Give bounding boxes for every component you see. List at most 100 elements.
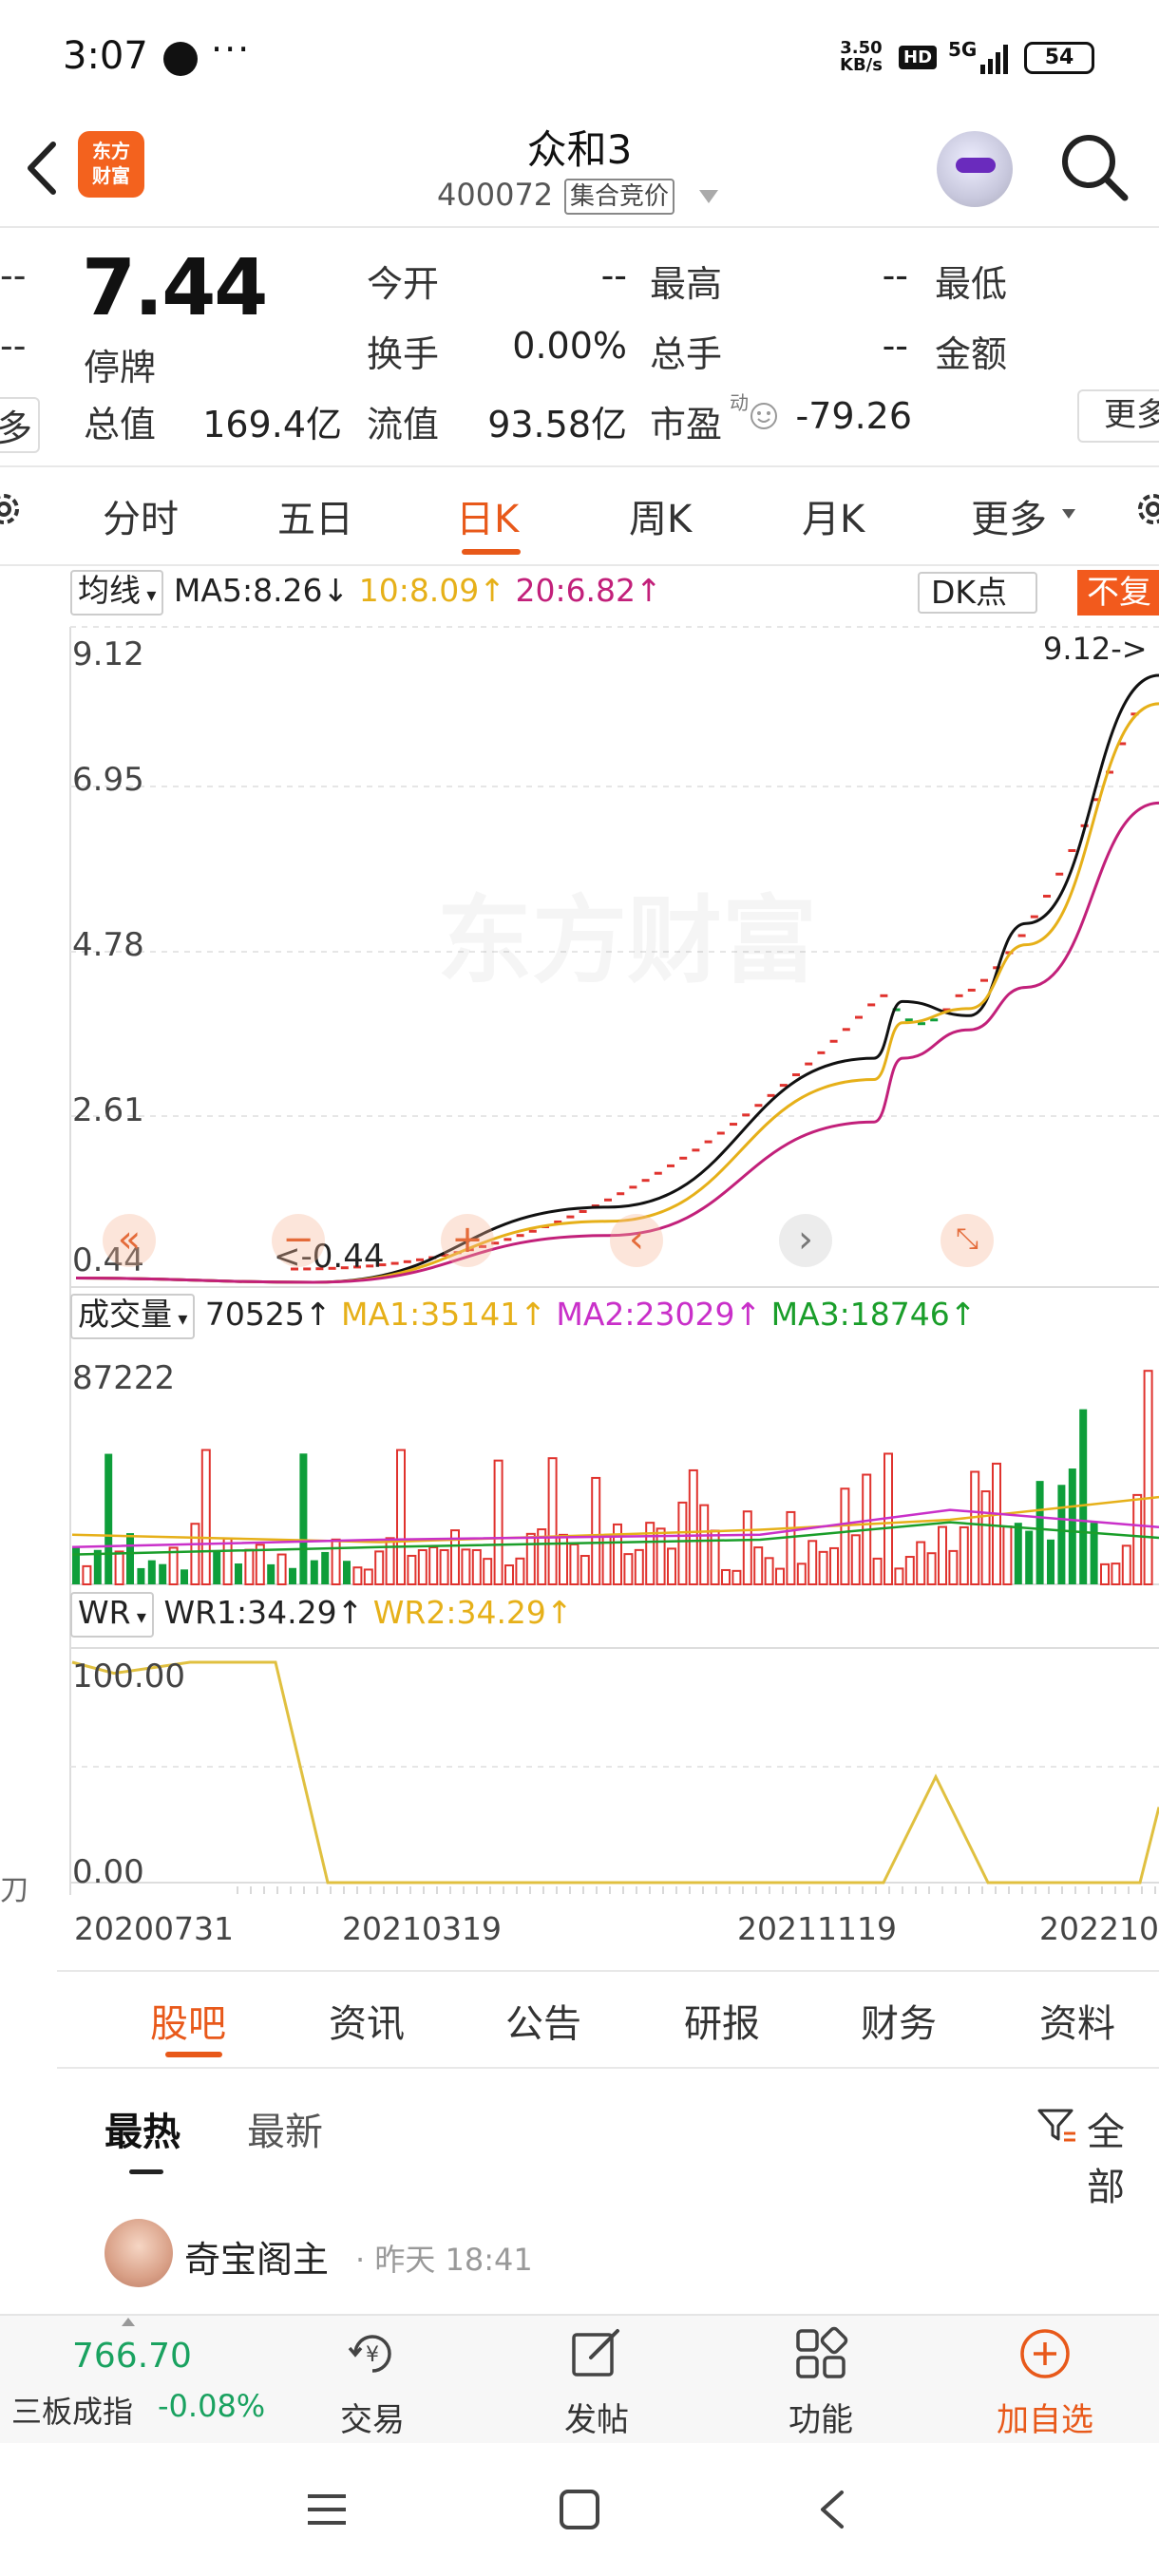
edit-icon[interactable]	[568, 2325, 625, 2382]
volume-bar	[938, 1525, 947, 1585]
volume-bar	[104, 1453, 113, 1584]
kline-chart[interactable]: 东方财富 9.12 6.95 4.78 2.61 0.44 9.12-> <-0…	[0, 617, 1159, 1966]
volume-bar	[213, 1551, 221, 1584]
volume-bar	[1014, 1523, 1022, 1584]
volume-bar	[559, 1533, 568, 1586]
volume-bar	[775, 1567, 785, 1585]
nav-back-icon[interactable]	[815, 2489, 849, 2530]
fullscreen-icon[interactable]: ⤡	[940, 1214, 994, 1267]
ma20-label: 20:6.82	[515, 572, 636, 609]
index-value[interactable]: 766.70	[72, 2337, 192, 2376]
tab-five-day[interactable]: 五日	[277, 488, 353, 543]
yen-circle-icon[interactable]: ¥	[344, 2325, 401, 2382]
vol-ma2-label: MA2:23029	[556, 1296, 735, 1333]
wr-tick-label: 0.00	[72, 1853, 144, 1891]
functions-label[interactable]: 功能	[754, 2394, 887, 2440]
avatar[interactable]	[104, 2219, 173, 2287]
volume-bar	[904, 1556, 915, 1586]
volume-bar	[1068, 1468, 1076, 1584]
volume-bar	[407, 1554, 417, 1585]
tab-announcements[interactable]: 公告	[505, 1993, 581, 2048]
volume-bar	[147, 1560, 156, 1584]
search-icon[interactable]	[1056, 129, 1132, 205]
scroll-left-button[interactable]: ‹	[610, 1214, 663, 1267]
volume-bar	[493, 1459, 504, 1586]
tab-intraday[interactable]: 分时	[103, 488, 179, 543]
home-icon[interactable]	[559, 2489, 600, 2530]
indicator-select-label: 均线	[78, 572, 141, 609]
add-circle-icon[interactable]	[1016, 2325, 1074, 2382]
wr1-line	[71, 1660, 1159, 1885]
tab-research[interactable]: 研报	[684, 1993, 760, 2048]
volume-bar	[591, 1476, 601, 1586]
battery-icon: 54	[1024, 42, 1094, 74]
left-edge-more-button[interactable]: 多	[0, 397, 41, 453]
filter-all[interactable]: 全部	[1087, 2101, 1159, 2211]
volume-bar	[1057, 1485, 1066, 1584]
volume-bar	[385, 1537, 395, 1585]
smile-icon[interactable]	[749, 401, 779, 431]
float-cap-value: 93.58亿	[487, 404, 627, 445]
index-change[interactable]: -0.08%	[158, 2388, 265, 2424]
zoom-in-button[interactable]: +	[441, 1214, 494, 1267]
add-watchlist-label[interactable]: 加自选	[978, 2394, 1112, 2440]
scroll-left-fast-button[interactable]: «	[103, 1214, 156, 1267]
auction-status-tag[interactable]: 集合竞价	[564, 179, 675, 215]
volume-bar	[818, 1550, 828, 1585]
dk-point-select[interactable]: DK点	[918, 572, 1037, 614]
tab-daily-k[interactable]: 日K	[456, 488, 519, 543]
scroll-right-button[interactable]: ›	[779, 1214, 832, 1267]
volume-bar	[461, 1548, 471, 1585]
volume-bar	[310, 1560, 318, 1584]
menu-icon[interactable]	[306, 2491, 348, 2529]
tab-news[interactable]: 资讯	[329, 1993, 405, 2048]
chevron-down-icon[interactable]	[699, 190, 718, 203]
post-label[interactable]: 发帖	[530, 2394, 663, 2440]
index-name[interactable]: 三板成指	[11, 2388, 133, 2432]
tab-profile[interactable]: 资料	[1039, 1993, 1115, 2048]
volume-bar	[753, 1546, 764, 1585]
caret-down-icon	[1062, 509, 1075, 519]
turnover-value: 0.00%	[512, 325, 627, 367]
expand-index-icon[interactable]	[122, 2318, 135, 2326]
more-quote-button[interactable]: 更多	[1077, 389, 1159, 443]
volume-bar	[428, 1546, 439, 1585]
ma-line-2	[75, 801, 1159, 1284]
zoom-out-button[interactable]: −	[272, 1214, 325, 1267]
volume-bar	[569, 1543, 580, 1585]
volume-bar	[959, 1525, 969, 1585]
tab-financials[interactable]: 财务	[861, 1993, 937, 2048]
wr-indicator-select[interactable]: WR ▾	[70, 1592, 154, 1638]
wr-line	[71, 1660, 1159, 1885]
volume-bar	[244, 1548, 255, 1586]
tab-monthly-k[interactable]: 月K	[802, 488, 864, 543]
wr2-label: WR2:34.29	[372, 1594, 546, 1631]
volume-bar	[721, 1568, 731, 1586]
sub-tab-indicator	[165, 2052, 222, 2057]
tab-weekly-k[interactable]: 周K	[629, 488, 692, 543]
indicator-select[interactable]: 均线 ▾	[70, 570, 164, 616]
tabs-divider	[0, 564, 1159, 566]
volume-indicator-select[interactable]: 成交量 ▾	[70, 1294, 196, 1339]
grid-icon[interactable]	[792, 2325, 849, 2382]
tab-forum[interactable]: 股吧	[150, 1993, 226, 2048]
tab-hottest[interactable]: 最热	[104, 2101, 180, 2156]
tab-more[interactable]: 更多	[971, 488, 1047, 543]
volume-bar	[159, 1563, 167, 1584]
post-author[interactable]: 奇宝阁主	[184, 2230, 329, 2282]
volume-bar	[948, 1549, 959, 1585]
trade-label[interactable]: 交易	[306, 2394, 439, 2440]
volume-bar	[525, 1532, 536, 1585]
volume-bar	[276, 1553, 287, 1586]
gear-icon[interactable]	[0, 486, 27, 532]
volume-bar	[710, 1529, 720, 1585]
volume-bar	[321, 1551, 330, 1584]
chart-settings-icon[interactable]	[1130, 486, 1159, 532]
volume-bar	[417, 1549, 428, 1585]
filter-icon[interactable]	[1036, 2105, 1077, 2147]
adjust-toggle[interactable]: 不复	[1077, 570, 1159, 616]
volume-bar	[504, 1564, 514, 1585]
network-speed: 3.50 KB/s	[840, 40, 883, 74]
tab-latest[interactable]: 最新	[247, 2101, 323, 2156]
volume-bar	[267, 1563, 276, 1584]
